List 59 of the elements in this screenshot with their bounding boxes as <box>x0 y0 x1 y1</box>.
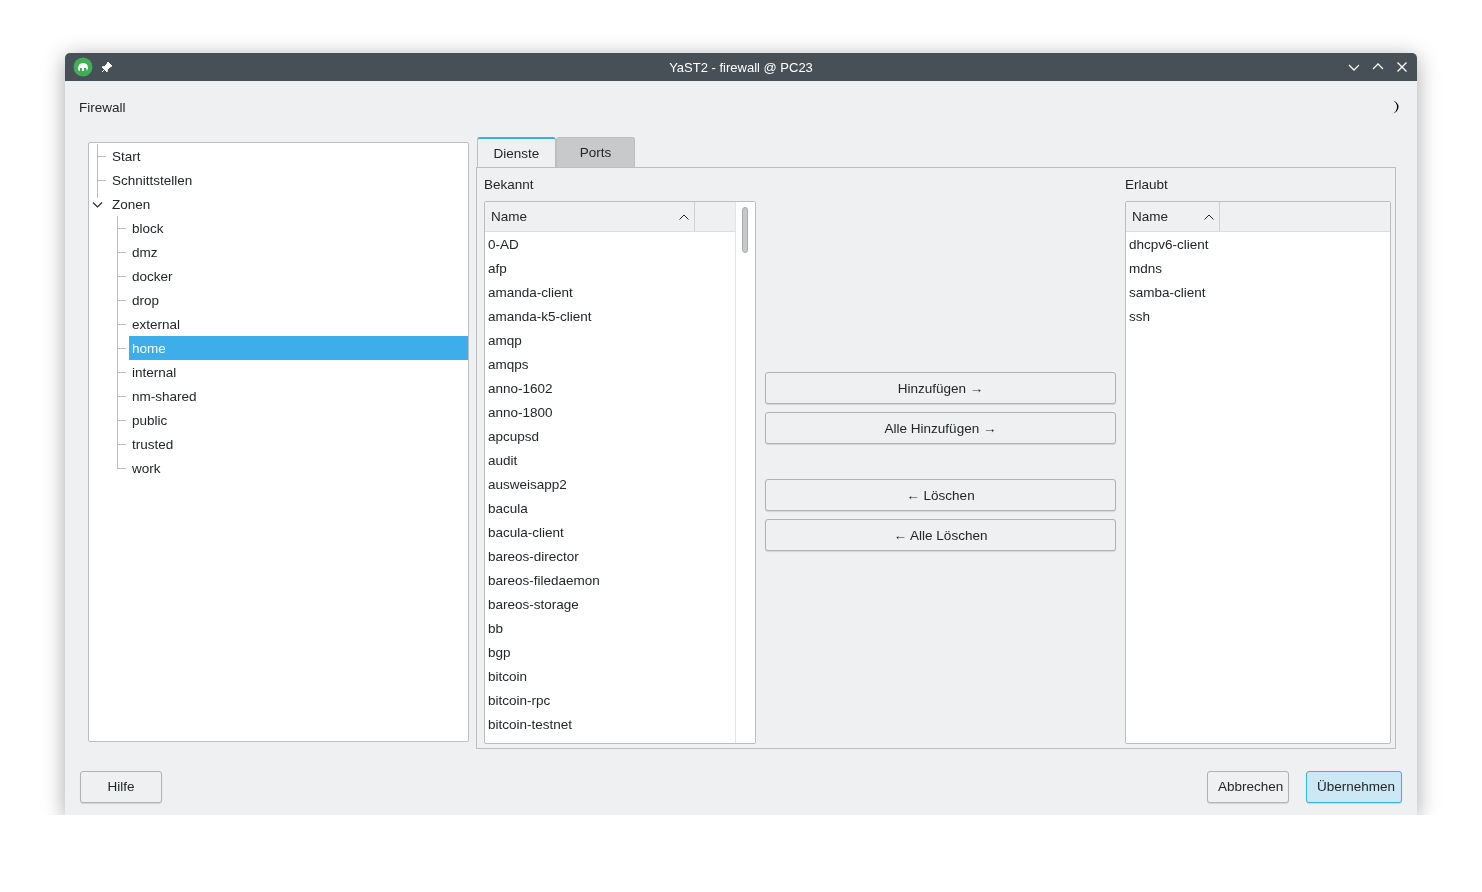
list-item[interactable]: amanda-client <box>485 280 735 304</box>
list-item[interactable]: amqp <box>485 328 735 352</box>
list-label: Erlaubt <box>1125 177 1169 192</box>
list-item[interactable]: samba-client <box>1126 280 1390 304</box>
list-item[interactable]: bitcoin-testnet <box>485 712 735 736</box>
list-item[interactable]: bacula <box>485 496 735 520</box>
sort-caret-icon <box>679 213 689 220</box>
list-item[interactable]: amqps <box>485 352 735 376</box>
list-item[interactable]: bitcoin <box>485 664 735 688</box>
list-item[interactable]: anno-1602 <box>485 376 735 400</box>
list-item[interactable]: bb <box>485 616 735 640</box>
transfer-button[interactable]: Alle Hinzufügen → <box>765 412 1116 444</box>
list-item[interactable]: 0-AD <box>485 232 735 256</box>
list-item[interactable]: mdns <box>1126 256 1390 280</box>
tree-item[interactable]: internal <box>129 360 468 384</box>
tree-item[interactable]: external <box>129 312 468 336</box>
close-icon[interactable] <box>1395 60 1409 74</box>
list-item[interactable]: dhcpv6-client <box>1126 232 1390 256</box>
tree-item[interactable]: Schnittstellen <box>109 168 468 192</box>
transfer-button[interactable]: Hinzufügen → <box>765 372 1116 404</box>
tree-item[interactable]: drop <box>129 288 468 312</box>
tree-item[interactable]: work <box>129 456 468 480</box>
tree-item[interactable]: Start <box>109 144 468 168</box>
tab[interactable]: Ports <box>556 137 635 167</box>
list-item[interactable]: afp <box>485 256 735 280</box>
list-item[interactable]: apcupsd <box>485 424 735 448</box>
app-icon <box>73 57 93 77</box>
page-title: Firewall <box>79 99 126 115</box>
tree-item[interactable]: nm-shared <box>129 384 468 408</box>
tree-item[interactable]: block <box>129 216 468 240</box>
list-item[interactable]: amanda-k5-client <box>485 304 735 328</box>
chevron-down-icon[interactable] <box>92 199 103 210</box>
column-title: Name <box>491 209 527 224</box>
list-item[interactable]: bitcoin-rpc <box>485 688 735 712</box>
tree-item[interactable]: Zonen <box>109 192 468 216</box>
tree-item[interactable]: docker <box>129 264 468 288</box>
dialog-button[interactable]: Hilfe <box>80 770 162 803</box>
list-item[interactable]: bgp <box>485 640 735 664</box>
list-item[interactable]: anno-1800 <box>485 400 735 424</box>
tree-item[interactable]: dmz <box>129 240 468 264</box>
dialog-button[interactable]: Übernehmen <box>1306 770 1402 803</box>
sort-caret-icon <box>1204 213 1214 220</box>
pin-icon[interactable] <box>101 61 113 73</box>
list-item[interactable]: audit <box>485 448 735 472</box>
list-item[interactable]: bareos-director <box>485 544 735 568</box>
list-label: Bekannt <box>484 177 535 192</box>
list-item[interactable]: ssh <box>1126 304 1390 328</box>
list-item[interactable]: ausweisapp2 <box>485 472 735 496</box>
transfer-button[interactable]: ← Löschen <box>765 479 1116 511</box>
list-item[interactable]: bareos-storage <box>485 592 735 616</box>
list-item[interactable]: bacula-client <box>485 520 735 544</box>
tab[interactable]: Dienste <box>477 137 556 167</box>
column-title: Name <box>1132 209 1168 224</box>
transfer-button[interactable]: ← Alle Löschen <box>765 519 1116 551</box>
list-item[interactable]: bareos-filedaemon <box>485 568 735 592</box>
window-title: YaST2 - firewall @ PC23 <box>668 59 814 75</box>
dialog-button[interactable]: Abbrechen <box>1207 770 1289 803</box>
tree-item[interactable]: trusted <box>129 432 468 456</box>
tree-item[interactable]: public <box>129 408 468 432</box>
